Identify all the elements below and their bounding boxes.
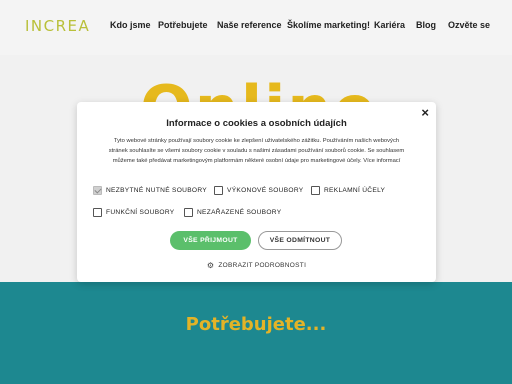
reject-all-button[interactable]: VŠE ODMÍTNOUT bbox=[258, 231, 342, 250]
accept-all-button[interactable]: VŠE PŘIJMOUT bbox=[170, 231, 251, 250]
option-unclassified[interactable]: NEZAŘAZENÉ SOUBORY bbox=[184, 208, 281, 217]
checkbox-necessary[interactable] bbox=[93, 186, 102, 195]
option-advertising[interactable]: REKLAMNÍ ÚČELY bbox=[311, 186, 385, 195]
dialog-title: Informace o cookies a osobních údajích bbox=[166, 118, 347, 129]
option-necessary[interactable]: NEZBYTNÉ NUTNÉ SOUBORY bbox=[93, 186, 207, 195]
option-label: NEZAŘAZENÉ SOUBORY bbox=[197, 209, 282, 216]
checkbox-unclassified[interactable] bbox=[184, 208, 193, 217]
show-details-link[interactable]: ⚙ ZOBRAZIT PODROBNOSTI bbox=[77, 261, 436, 270]
cookie-consent-dialog: × Informace o cookies a osobních údajích… bbox=[77, 102, 436, 282]
option-label: REKLAMNÍ ÚČELY bbox=[324, 187, 386, 194]
checkbox-performance[interactable] bbox=[214, 186, 223, 195]
dialog-description: Tyto webové stránky používají soubory co… bbox=[108, 138, 405, 164]
option-label: NEZBYTNÉ NUTNÉ SOUBORY bbox=[106, 187, 208, 194]
checkbox-functional[interactable] bbox=[93, 208, 102, 217]
option-functional[interactable]: FUNKČNÍ SOUBORY bbox=[93, 208, 175, 217]
checkbox-advertising[interactable] bbox=[311, 186, 320, 195]
option-label: FUNKČNÍ SOUBORY bbox=[106, 209, 175, 216]
gear-icon: ⚙ bbox=[206, 261, 215, 270]
option-performance[interactable]: VÝKONOVÉ SOUBORY bbox=[214, 186, 304, 195]
details-label: ZOBRAZIT PODROBNOSTI bbox=[218, 262, 307, 269]
option-label: VÝKONOVÉ SOUBORY bbox=[227, 187, 304, 194]
